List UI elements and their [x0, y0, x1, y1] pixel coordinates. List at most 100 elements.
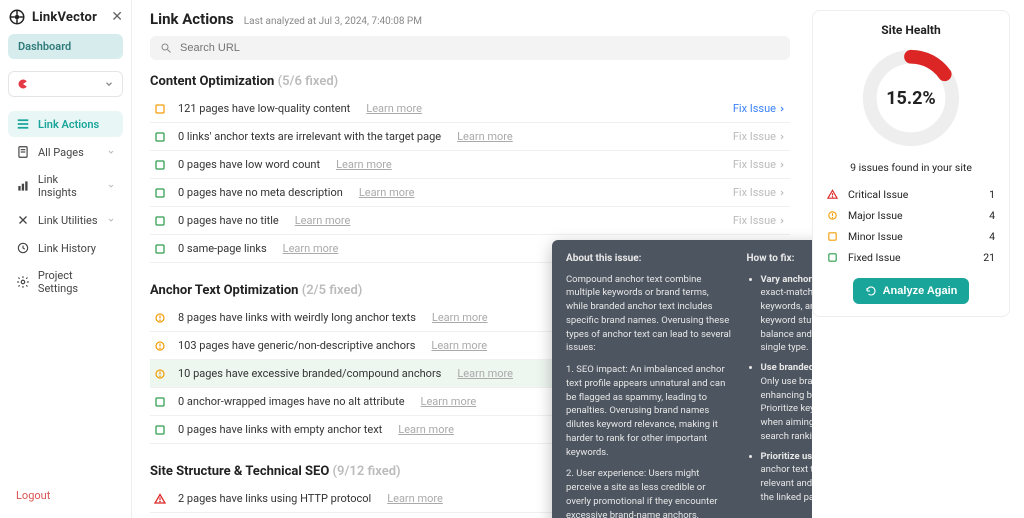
- search-icon: [160, 42, 172, 54]
- severity-icon: [154, 493, 166, 505]
- search-bar[interactable]: [150, 36, 790, 60]
- page-icon: [16, 145, 30, 159]
- brand-name: LinkVector: [32, 10, 97, 25]
- refresh-icon: [865, 285, 877, 297]
- nav-link-actions[interactable]: Link Actions: [8, 111, 123, 137]
- issue-row[interactable]: 0 pages have no titleLearn moreFix Issue: [150, 207, 790, 235]
- chevron-down-icon: [107, 182, 115, 190]
- legend-count: 21: [983, 251, 995, 264]
- health-legend: Critical Issue 1 Major Issue 4 Minor Issue4 F…: [827, 184, 995, 268]
- issue-text: 103 pages have generic/non-descriptive a…: [178, 339, 415, 352]
- issue-row[interactable]: 121 pages have low-quality content Learn …: [150, 95, 790, 123]
- health-donut: 15.2%: [856, 43, 966, 153]
- section-counter: (5/6 fixed): [278, 74, 339, 89]
- severity-icon: [154, 215, 166, 227]
- learn-more-link[interactable]: Learn more: [387, 492, 443, 505]
- nav-label: Link Insights: [38, 173, 99, 199]
- issue-text: 0 anchor-wrapped images have no alt attr…: [178, 395, 405, 408]
- learn-more-link[interactable]: Learn more: [421, 395, 477, 408]
- issues-found-text: 9 issues found in your site: [827, 161, 995, 174]
- tooltip-fix-item: Prioritize user experience: Choose ancho…: [761, 450, 813, 505]
- severity-icon: [827, 252, 838, 263]
- learn-more-link[interactable]: Learn more: [295, 214, 351, 227]
- fix-issue-link: Fix Issue: [733, 186, 786, 199]
- severity-icon: [154, 424, 166, 436]
- severity-icon: [154, 131, 166, 143]
- legend-row: Minor Issue4: [827, 226, 995, 247]
- site-health-panel: Site Health 15.2% 9 issues found in your…: [812, 10, 1010, 317]
- logo-icon: [8, 8, 26, 26]
- legend-label: Critical Issue: [848, 188, 908, 201]
- analyze-again-button[interactable]: Analyze Again: [853, 278, 970, 304]
- learn-more-link[interactable]: Learn more: [432, 311, 488, 324]
- issue-text: 121 pages have low-quality content: [178, 102, 350, 115]
- issue-row[interactable]: 0 pages have no meta description Learn mo…: [150, 179, 790, 207]
- issue-row[interactable]: 0 pages have low word countLearn moreFix…: [150, 151, 790, 179]
- nav-link-history[interactable]: Link History: [8, 235, 123, 261]
- issue-text: 0 links' anchor texts are irrelevant wit…: [178, 130, 441, 143]
- chevron-right-icon: [778, 105, 786, 113]
- chevron-down-icon: [104, 79, 114, 89]
- legend-label: Minor Issue: [848, 230, 903, 243]
- severity-icon: [154, 159, 166, 171]
- legend-label: Fixed Issue: [848, 251, 901, 264]
- severity-icon: [154, 243, 166, 255]
- nav-link-utilities[interactable]: Link Utilities: [8, 207, 123, 233]
- section-title-text: Anchor Text Optimization: [150, 283, 298, 298]
- nav-label: Project Settings: [38, 269, 115, 295]
- main: Link Actions Last analyzed at Jul 3, 202…: [132, 0, 812, 518]
- section-counter: (9/12 fixed): [333, 464, 401, 479]
- list-icon: [16, 117, 30, 131]
- fix-issue-link[interactable]: Fix Issue: [733, 102, 786, 115]
- nav-project-settings[interactable]: Project Settings: [8, 263, 123, 301]
- chevron-down-icon: [107, 216, 115, 224]
- logout-link[interactable]: Logout: [8, 485, 123, 506]
- severity-icon: [827, 189, 838, 200]
- dashboard-button[interactable]: Dashboard: [8, 34, 123, 59]
- issue-text: 0 pages have no title: [178, 214, 279, 227]
- nav-label: Link Utilities: [38, 214, 98, 227]
- donut-wrap: 15.2%: [827, 43, 995, 153]
- gear-icon: [16, 275, 30, 289]
- learn-more-link[interactable]: Learn more: [457, 130, 513, 143]
- legend-count: 4: [989, 209, 995, 222]
- legend-label: Major Issue: [848, 209, 903, 222]
- chart-icon: [16, 179, 30, 193]
- learn-more-link[interactable]: Learn more: [283, 242, 339, 255]
- right-column: Site Health 15.2% 9 issues found in your…: [812, 0, 1024, 518]
- learn-more-link[interactable]: Learn more: [366, 102, 422, 115]
- nav-label: Link Actions: [38, 118, 99, 131]
- learn-more-link[interactable]: Learn more: [431, 339, 487, 352]
- severity-icon: [154, 340, 166, 352]
- chevron-right-icon: [778, 133, 786, 141]
- section-title-content: Content Optimization (5/6 fixed): [150, 74, 794, 89]
- close-icon[interactable]: ✕: [111, 9, 123, 25]
- issue-text: 0 pages have no meta description: [178, 186, 343, 199]
- legend-count: 1: [989, 188, 995, 201]
- site-selector[interactable]: [8, 71, 123, 97]
- severity-icon: [154, 103, 166, 115]
- nav-all-pages[interactable]: All Pages: [8, 139, 123, 165]
- issue-text: 0 same-page links: [178, 242, 267, 255]
- learn-more-link[interactable]: Learn more: [359, 186, 415, 199]
- section-title-text: Site Structure & Technical SEO: [150, 464, 329, 479]
- learn-more-link[interactable]: Learn more: [336, 158, 392, 171]
- tooltip-about-col: About this issue: Compound anchor text c…: [566, 252, 733, 518]
- learn-more-link[interactable]: Learn more: [398, 423, 454, 436]
- clock-icon: [16, 241, 30, 255]
- search-input[interactable]: [180, 42, 780, 54]
- tooltip-about-text: 2. User experience: Users might perceive…: [566, 467, 733, 518]
- chevron-down-icon: [107, 148, 115, 156]
- analyze-label: Analyze Again: [883, 285, 958, 297]
- chevron-right-icon: [778, 189, 786, 197]
- issue-row[interactable]: 0 links' anchor texts are irrelevant wit…: [150, 123, 790, 151]
- issue-tooltip: About this issue: Compound anchor text c…: [552, 240, 812, 518]
- severity-icon: [154, 187, 166, 199]
- issue-text: 0 pages have low word count: [178, 158, 320, 171]
- legend-row: Major Issue 4: [827, 205, 995, 226]
- page-title-row: Link Actions Last analyzed at Jul 3, 202…: [150, 10, 794, 28]
- chevron-right-icon: [778, 217, 786, 225]
- tooltip-about-text: Compound anchor text combine multiple ke…: [566, 273, 733, 356]
- nav-link-insights[interactable]: Link Insights: [8, 167, 123, 205]
- learn-more-link[interactable]: Learn more: [457, 367, 513, 380]
